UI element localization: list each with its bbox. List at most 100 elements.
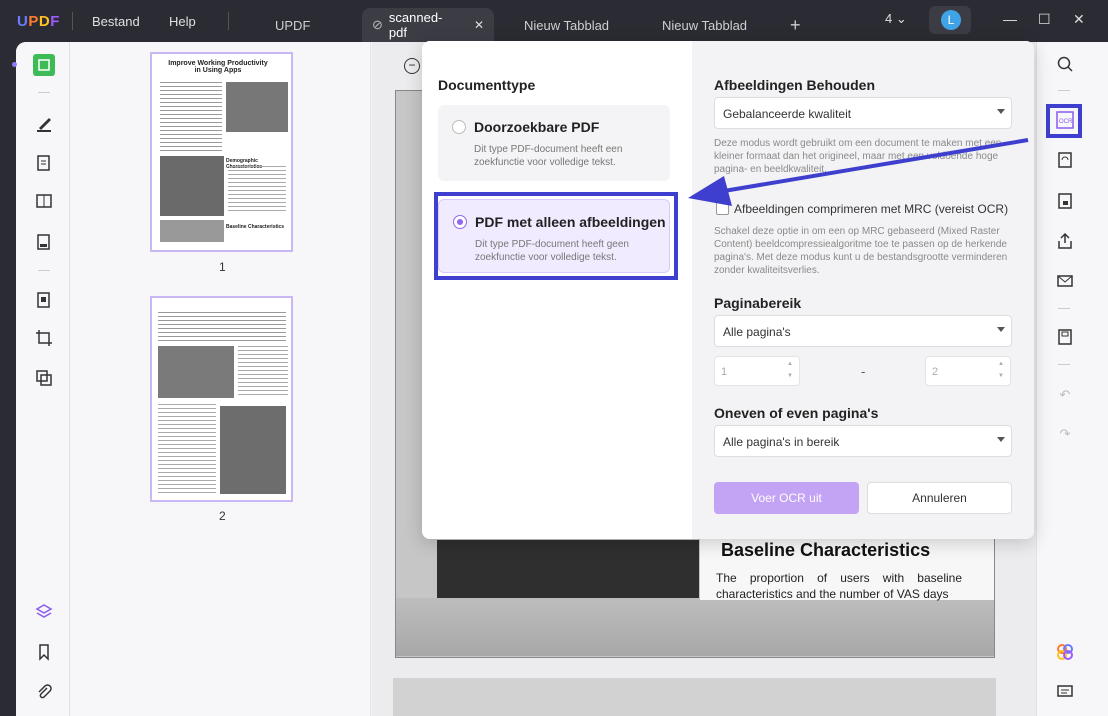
- document-type-title: Documenttype: [438, 77, 536, 93]
- select-value: Gebalanceerde kwaliteit: [723, 107, 852, 121]
- thumb-photo: [220, 406, 286, 494]
- save-icon[interactable]: [1055, 327, 1075, 347]
- organize-pages-icon[interactable]: [34, 290, 54, 310]
- thumb-photo: [160, 220, 224, 242]
- tab-label: scanned-pdf: [388, 10, 443, 40]
- bookmark-icon[interactable]: [34, 642, 54, 662]
- select-value: Alle pagina's: [723, 325, 791, 339]
- range-to-input[interactable]: 2 ▲ ▼: [925, 356, 1011, 386]
- zoom-out-icon[interactable]: −: [404, 58, 420, 74]
- page-thumbnail-1[interactable]: Improve Working Productivity in Using Ap…: [150, 52, 293, 252]
- select-value: Alle pagina's in bereik: [723, 435, 840, 449]
- odd-even-title: Oneven of even pagina's: [714, 405, 879, 421]
- option-searchable-pdf[interactable]: Doorzoekbare PDF Dit type PDF-document h…: [438, 105, 670, 181]
- minimize-icon[interactable]: —: [1003, 11, 1017, 27]
- odd-even-select[interactable]: Alle pagina's in bereik: [714, 425, 1012, 457]
- tab-new-1[interactable]: Nieuw Tabblad: [524, 8, 609, 42]
- thumb-text-lines: [238, 346, 288, 398]
- app-logo: UPDF: [17, 13, 60, 30]
- divider: [1058, 364, 1070, 365]
- stepper-up-icon[interactable]: ▲: [998, 361, 1004, 367]
- ocr-highlight-box: [1046, 104, 1082, 138]
- divider: [38, 92, 50, 93]
- page-number: 2: [219, 509, 226, 523]
- radio-button[interactable]: [452, 120, 466, 134]
- divider: [72, 12, 73, 30]
- divider: [1058, 308, 1070, 309]
- divider: [38, 270, 50, 271]
- run-ocr-button[interactable]: Voer OCR uit: [714, 482, 859, 514]
- highlighter-icon[interactable]: [34, 113, 54, 133]
- search-icon[interactable]: [1055, 54, 1075, 74]
- stepper-down-icon[interactable]: ▼: [998, 373, 1004, 379]
- thumb-text-lines: [160, 82, 222, 152]
- undo-icon[interactable]: ↶: [1055, 385, 1075, 405]
- convert-file-icon[interactable]: [1055, 150, 1075, 170]
- thumb-heading: Improve Working Productivity in Using Ap…: [168, 60, 268, 74]
- page-range-select[interactable]: Alle pagina's: [714, 315, 1012, 347]
- page-heading: Baseline Characteristics: [721, 540, 931, 560]
- redo-icon[interactable]: ↷: [1055, 424, 1075, 444]
- thumb-subheading: Baseline Characteristics: [226, 224, 285, 230]
- crop-icon[interactable]: [34, 328, 54, 348]
- edit-icon[interactable]: [34, 153, 54, 173]
- title-bar: UPDF Bestand Help UPDF ⊘ scanned-pdf ✕ N…: [0, 0, 1108, 42]
- maximize-icon[interactable]: ☐: [1038, 11, 1051, 28]
- close-icon[interactable]: ✕: [474, 18, 484, 32]
- selected-option-highlight-box: [434, 192, 678, 280]
- divider: [228, 12, 229, 30]
- stepper-up-icon[interactable]: ▲: [787, 361, 793, 367]
- option-description: Dit type PDF-document heeft een zoekfunc…: [474, 144, 623, 168]
- thumb-photo: [226, 82, 288, 132]
- chevron-down-icon: [997, 109, 1005, 114]
- chevron-down-icon: [997, 437, 1005, 442]
- thumb-text-lines: [158, 404, 216, 494]
- range-from-input[interactable]: 1 ▲ ▼: [714, 356, 800, 386]
- document-icon: ⊘: [372, 17, 383, 32]
- range-separator: -: [861, 364, 866, 379]
- page-photo: [437, 540, 699, 598]
- thumb-text-lines: [228, 166, 286, 214]
- avatar[interactable]: L: [941, 10, 961, 30]
- divider: [1058, 90, 1070, 91]
- fill-sign-icon[interactable]: [34, 232, 54, 252]
- dialog-left-panel: Documenttype Doorzoekbare PDF Dit type P…: [422, 41, 692, 539]
- tab-scanned-pdf[interactable]: ⊘ scanned-pdf ✕: [362, 8, 494, 42]
- share-icon[interactable]: [1055, 231, 1075, 251]
- chevron-down-icon: [997, 327, 1005, 332]
- pdf-page-2: [393, 678, 996, 716]
- ai-assistant-icon[interactable]: [1055, 642, 1075, 662]
- attachment-icon[interactable]: [34, 682, 54, 702]
- option-title: Doorzoekbare PDF: [474, 119, 600, 135]
- page-thumbnail-2[interactable]: [150, 296, 293, 502]
- window-count[interactable]: 4 ⌄: [885, 11, 907, 27]
- page-paragraph: The proportion of users with baseline ch…: [716, 571, 962, 601]
- page-range-title: Paginabereik: [714, 295, 802, 311]
- tab-new-2[interactable]: Nieuw Tabblad: [662, 8, 747, 42]
- image-quality-select[interactable]: Gebalanceerde kwaliteit: [714, 97, 1012, 129]
- right-toolbar: [1036, 42, 1108, 716]
- reader-icon[interactable]: [33, 54, 55, 76]
- tab-label: UPDF: [275, 17, 311, 33]
- layers-icon[interactable]: [34, 602, 54, 622]
- new-tab-icon[interactable]: +: [790, 8, 801, 42]
- tab-label: Nieuw Tabblad: [662, 17, 748, 33]
- convert-icon[interactable]: [34, 368, 54, 388]
- menu-file[interactable]: Bestand: [92, 14, 140, 29]
- ocr-dialog: Documenttype Doorzoekbare PDF Dit type P…: [422, 41, 1034, 539]
- form-icon[interactable]: [34, 191, 54, 211]
- stepper-down-icon[interactable]: ▼: [787, 373, 793, 379]
- tab-updf[interactable]: UPDF: [275, 8, 310, 42]
- page-photo-bottom: [396, 598, 994, 656]
- mail-icon[interactable]: [1055, 271, 1075, 291]
- indicator-dot: [12, 62, 17, 67]
- close-window-icon[interactable]: ✕: [1073, 11, 1085, 28]
- annotation-arrow-icon: [688, 138, 1029, 206]
- tab-label: Nieuw Tabblad: [524, 17, 610, 33]
- protect-icon[interactable]: [1055, 191, 1075, 211]
- cancel-button[interactable]: Annuleren: [867, 482, 1012, 514]
- thumb-photo: [160, 156, 224, 216]
- menu-help[interactable]: Help: [169, 14, 196, 29]
- comment-icon[interactable]: [1055, 682, 1075, 702]
- page-number: 1: [219, 260, 226, 274]
